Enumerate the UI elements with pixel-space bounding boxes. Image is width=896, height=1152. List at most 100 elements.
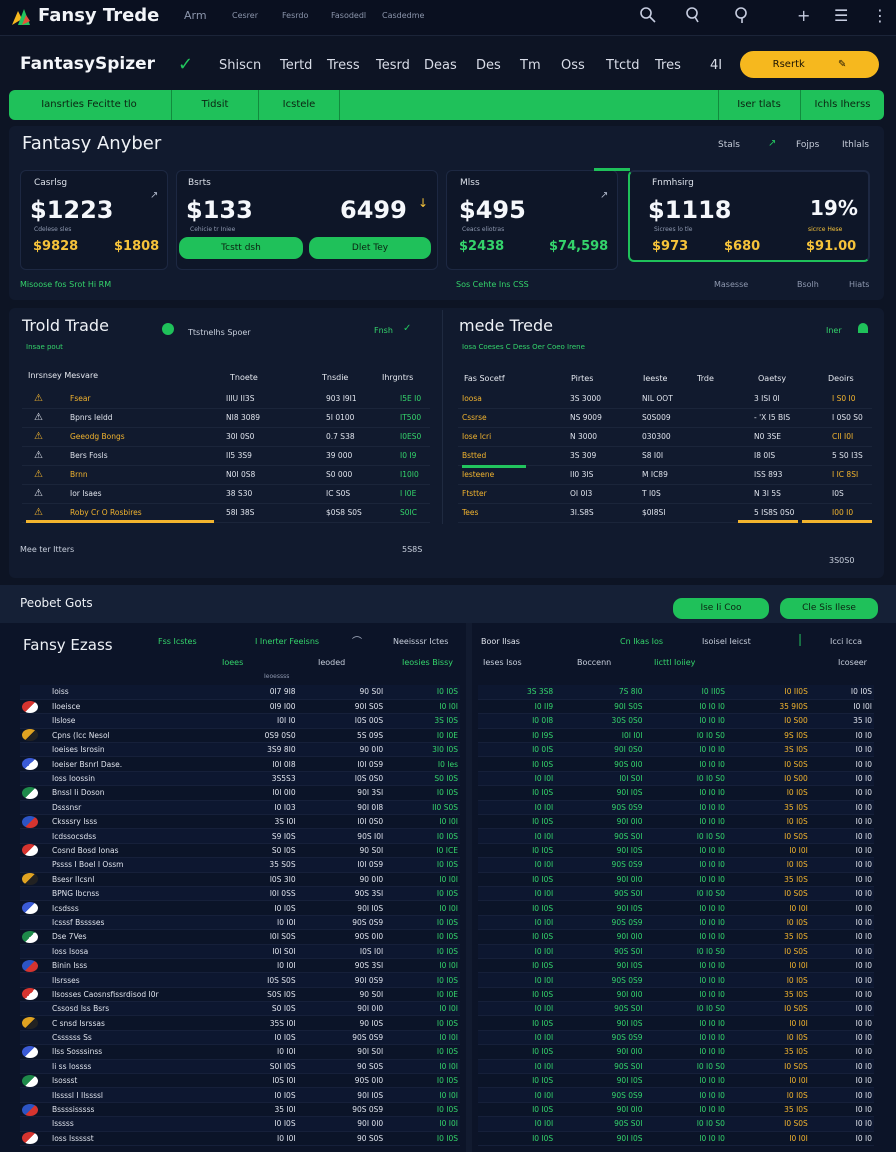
col-header[interactable]: Pirtes [571,374,593,383]
search-icon[interactable] [733,6,751,24]
nav-item[interactable]: Oss [561,58,585,73]
table-row[interactable]: I0 I0S 90I I0S I0 I0 I0 I0 I0I I0 I0 [478,843,874,859]
table-row[interactable]: Bssssisssss 35 I0I 90S 0S9 I0 I0S [20,1102,460,1118]
col-header[interactable]: Ieoded [318,658,345,667]
sheet-tag[interactable]: Fss Icstes [158,637,197,646]
sheet-tag[interactable]: Cn Ikas Ios [620,637,663,646]
col-header[interactable]: Inrsnsey Mesvare [28,371,98,380]
table-row[interactable]: I0 I0I 90S S0I I0 I0 S0 I0 S0S I0 I0 [478,1001,874,1017]
trade-right-link[interactable]: Iner [826,326,842,335]
col-header[interactable]: Fas Socetf [464,374,505,383]
table-row[interactable]: Pssss I Boel I Ossm 35 S0S I0I 0S9 I0 I0S [20,857,460,873]
table-row[interactable]: I0 I0S 90I I0S I0 I0 I0 I0 I0S I0 I0 [478,785,874,801]
table-row[interactable]: Ilslose I0I I0 I0S 00S 3S I0S [20,713,460,729]
table-row[interactable]: Dsssnsr I0 I03 90I 0I8 II0 S0S [20,800,460,816]
table-row[interactable]: Icsdsss I0 I0S 90I I0S I0 I0I [20,900,460,916]
plus-icon[interactable]: + [797,6,810,25]
col-header[interactable]: Ioees [222,658,243,667]
col-header[interactable]: Icoseer [838,658,867,667]
table-row[interactable]: I0 I0I 90S 0S9 I0 I0 I0 I0 I0S I0 I0 [478,915,874,931]
table-row[interactable]: I0 I0S 90I 0I0 I0 I0 I0 I0 I0S I0 I0 [478,814,874,830]
topnav-item-0[interactable]: Arm [184,9,207,22]
product-button[interactable]: Cle Sis Ilese [780,598,878,619]
col-header[interactable]: Tnsdie [322,373,348,382]
table-row[interactable]: Ilss Sosssinss I0 I0I 90I S0I I0 I0S [20,1044,460,1060]
table-row[interactable]: ⚠ Geeodg Bongs 30I 0S0 0.7 S38 I0ES0 [22,428,430,447]
sheet-tag[interactable]: Neeisssr Ictes [393,637,448,646]
sheet-tag[interactable]: I Inerter Feeisns [255,637,319,646]
table-row[interactable]: Cpns (Icc Nesol 0S9 0S0 5S 09S I0 I0E [20,728,460,744]
table-row[interactable]: Bsesr IIcsnl I0S 3I0 90 0I0 I0 I0I [20,872,460,887]
topnav-item-2[interactable]: Fesrdo [282,11,308,20]
nav-item[interactable]: Deas [424,58,457,73]
table-row[interactable]: I0 I0I 90S 0S9 I0 I0 I0 I0 I0S I0 I0 [478,857,874,873]
table-row[interactable]: Ioiss 0I7 9I8 90 S0I I0 I0S [20,685,460,700]
table-row[interactable]: Ioosa 3S 3000 NIL OOT 3 ISI 0I I S0 I0 [458,390,872,409]
table-row[interactable]: Ilsrsses I0S S0S 90I 0S9 I0 I0S [20,972,460,988]
table-row[interactable]: I0 I0S 90I 0I0 I0 I0 I0 35 I0S I0 I0 [478,872,874,887]
col-header[interactable]: Boccenn [577,658,611,667]
table-row[interactable]: I0 I0S 90I 0I0 I0 I0 I0 35 I0S I0 I0 [478,1044,874,1060]
table-row[interactable]: Cssosd Iss Bsrs S0 I0S 90I 0I0 I0 I0I [20,1001,460,1017]
sheet-tag[interactable]: Isoisel Ieicst [702,637,751,646]
filter-tab[interactable]: Ichls Iherss [801,90,884,120]
col-header[interactable]: Tnoete [230,373,258,382]
nav-item[interactable]: Tm [520,58,541,73]
table-row[interactable]: I0 I0S 90I I0S I0 I0 I0 I0 I0I I0 I0 [478,958,874,974]
table-row[interactable]: I0 I0S 90I 0I0 I0 I0 I0 35 I0S I0 I0 [478,929,874,945]
table-row[interactable]: ⚠ Fsear IIIU II3S 903 I9I1 I5E I0 [22,390,430,409]
table-row[interactable]: Ioeises Isrosin 3S9 8I0 90 0I0 3I0 I0S [20,742,460,758]
table-row[interactable]: Isssss I0 I0S 90I 0I0 I0 I0I [20,1116,460,1132]
table-row[interactable]: Cssrse NS 9009 S0S009 - 'X I5 BIS I 0S0 S0 [458,409,872,428]
table-row[interactable]: I0 I0S 90I I0S I0 I0 I0 I0 I0I I0 I0 [478,900,874,916]
kebab-icon[interactable]: ⋮ [872,6,888,25]
nav-item[interactable]: Ttctd [606,58,640,73]
table-row[interactable]: ⚠ Brnn N0I 0S8 S0 000 I10I0 [22,466,430,485]
table-row[interactable]: Binin Isss I0 I0I 90S 3SI I0 I0I [20,958,460,974]
table-row[interactable]: I0 0IS 90I 0S0 I0 I0 I0 3S I0S I0 I0 [478,742,874,758]
table-row[interactable]: I0 I0I 90S 0S9 I0 I0 I0 35 I0S I0 I0 [478,800,874,816]
table-row[interactable]: Cssssss Ss I0 I0S 90S 0S9 I0 I0I [20,1030,460,1046]
table-row[interactable]: Bnssl Ii Doson I0I 0I0 90I 3SI I0 I0S [20,785,460,801]
table-row[interactable]: I0 I0I 90S 0S9 I0 I0 I0 I0 I0S I0 I0 [478,972,874,988]
summary-link[interactable]: Ithlals [842,140,869,150]
table-row[interactable]: I0 I0I 90S 0S9 I0 I0 I0 I0 I0S I0 I0 [478,1087,874,1103]
table-row[interactable]: Icdssocsdss S9 I0S 90S I0I I0 I0S [20,828,460,844]
table-row[interactable]: Cksssry Isss 3S I0I I0I 0S0 I0 I0I [20,814,460,830]
table-row[interactable]: Icsssf Bsssses I0 I0I 90S 0S9 I0 I0S [20,915,460,931]
summary-link[interactable]: Fojps [796,140,819,150]
topnav-item-4[interactable]: Casdedme [382,11,424,20]
table-row[interactable]: I0 I0S 90I I0S I0 I0 I0 I0 I0I I0 I0 [478,1073,874,1089]
table-row[interactable]: Isossst I0S I0I 90S 0I0 I0 I0S [20,1073,460,1089]
table-row[interactable]: I0 0I8 30S 0S0 I0 I0 I0 I0 S00 35 I0 [478,713,874,729]
search-icon[interactable] [639,6,657,24]
table-row[interactable]: ⚠ Bers Fosls II5 3S9 39 000 I0 I9 [22,447,430,466]
table-row[interactable]: C snsd Isrssas 35S I0I 90 I0S I0 I0S [20,1015,460,1031]
table-row[interactable]: Dse 7Ves I0I S0S 90S 0I0 I0 I0S [20,929,460,945]
table-row[interactable]: ⚠ Bpnrs Ieldd NI8 3089 5I 0100 IT500 [22,409,430,428]
col-header[interactable]: Ihrgntrs [382,373,413,382]
table-row[interactable]: Ioss Issssst I0 I0I 90 S0S I0 I0S [20,1131,460,1147]
card-action-button[interactable]: Dlet Tey [309,237,431,259]
col-header[interactable]: Ieeste [643,374,667,383]
table-row[interactable]: ⚠ Ior Isaes 38 S30 IC S0S I I0E [22,485,430,504]
menu-icon[interactable]: ☰ [834,6,848,25]
table-row[interactable]: 3S 3S8 7S 8I0 I0 II0S I0 II0S I0 I0S [478,685,874,700]
nav-item[interactable]: Tres [655,58,681,73]
table-row[interactable]: Iloeisce 0I9 I00 90I S0S I0 I0I [20,699,460,715]
search-icon[interactable] [684,6,702,24]
table-row[interactable]: BPNG Ibcnss I0I 0SS 90S 3SI I0 I0S [20,886,460,902]
table-row[interactable]: I0 I0I 90S S0I I0 I0 S0 I0 S0S I0 I0 [478,1116,874,1132]
trade-left-link[interactable]: Fnsh [374,326,393,335]
table-row[interactable]: I0 I0S 90I I0S I0 I0 I0 I0 I0I I0 I0 [478,1131,874,1147]
table-row[interactable]: I0 I0I I0I S0I I0 I0 S0 I0 S00 I0 I0 [478,771,874,787]
topnav-item-1[interactable]: Cesrer [232,11,258,20]
col-header[interactable]: Trde [697,374,714,383]
table-row[interactable]: I0 I0S 90S 0I0 I0 I0 I0 I0 S0S I0 I0 [478,756,874,772]
table-row[interactable]: Ii ss Iossss S0I I0S 90 S0S I0 I0I [20,1059,460,1075]
table-row[interactable]: I0 I0S 90I 0I0 I0 I0 I0 35 I0S I0 I0 [478,1102,874,1118]
col-header[interactable]: Iicttl Ioiiey [654,658,695,667]
filter-tab[interactable]: Icstele [259,90,339,120]
table-row[interactable]: I0 I9S I0I I0I I0 I0 S0 9S I0S I0 I0 [478,728,874,744]
table-row[interactable]: Cosnd Bosd Ionas S0 I0S 90 S0I I0 ICE [20,843,460,859]
